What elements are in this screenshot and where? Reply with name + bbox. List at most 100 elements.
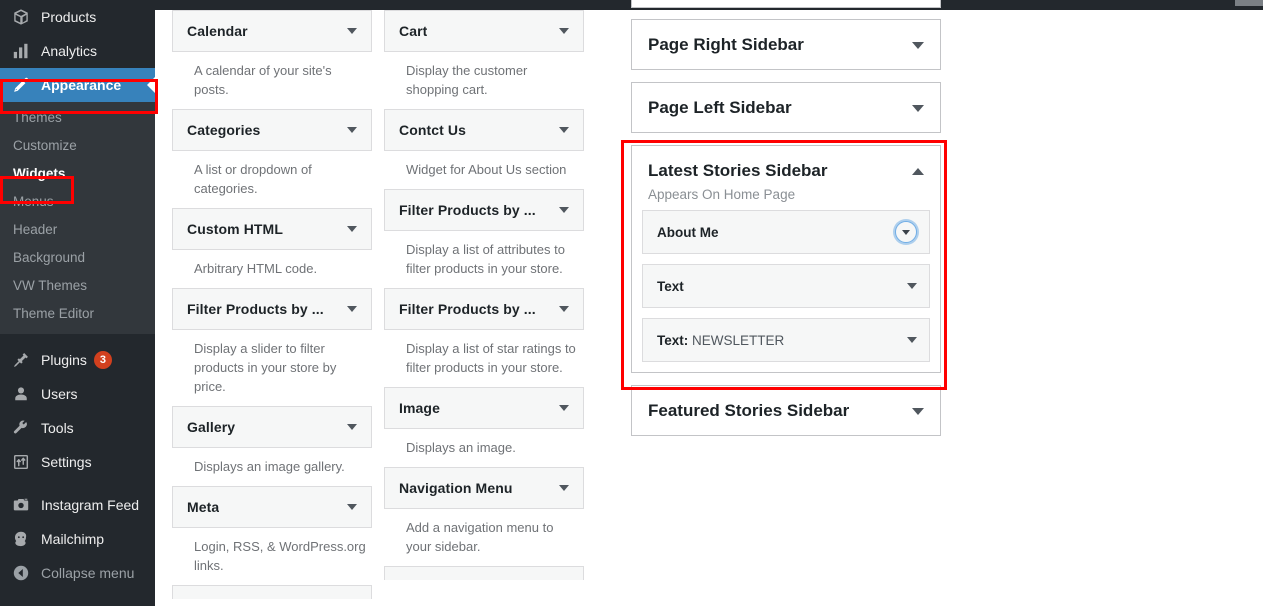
widget-card-partial[interactable] <box>384 566 584 580</box>
sidebar-area-header[interactable]: Page Left Sidebar <box>632 83 940 132</box>
widget-card-categories[interactable]: Categories <box>172 109 372 151</box>
sidebar-area-page-left-sidebar[interactable]: Page Left Sidebar <box>631 82 941 133</box>
sidebar-item-label: Mailchimp <box>41 531 105 547</box>
sidebar-area-partial-above[interactable] <box>631 0 941 8</box>
assigned-widget-text-newsletter[interactable]: Text: NEWSLETTER <box>642 318 930 362</box>
expand-widget-button[interactable] <box>895 221 917 243</box>
sidebar-item-users[interactable]: Users <box>0 377 155 411</box>
appearance-submenu: Themes Customize Widgets Menus Header Ba… <box>0 102 155 334</box>
assigned-widget-text[interactable]: Text <box>642 264 930 308</box>
widget-description: Display a slider to filter products in y… <box>194 341 337 394</box>
sidebar-item-settings[interactable]: Settings <box>0 445 155 479</box>
submenu-item-header[interactable]: Header <box>0 216 155 244</box>
chevron-down-icon[interactable] <box>347 306 357 312</box>
settings-sliders-icon <box>10 452 32 472</box>
chevron-down-icon[interactable] <box>559 28 569 34</box>
widget-description: A list or dropdown of categories. <box>194 162 312 196</box>
chevron-down-icon[interactable] <box>912 407 924 415</box>
chevron-down-icon[interactable] <box>347 504 357 510</box>
submenu-item-menus[interactable]: Menus <box>0 188 155 216</box>
chevron-down-icon <box>902 229 910 235</box>
widget-description: Displays an image. <box>406 440 516 455</box>
widget-card-navigation-menu[interactable]: Navigation Menu <box>384 467 584 509</box>
chevron-down-icon[interactable] <box>559 127 569 133</box>
sidebar-area-page-right-sidebar[interactable]: Page Right Sidebar <box>631 19 941 70</box>
chevron-down-icon[interactable] <box>347 28 357 34</box>
sidebar-item-analytics[interactable]: Analytics <box>0 34 155 68</box>
sidebar-area-description: Appears On Home Page <box>648 187 796 202</box>
widget-card-cart[interactable]: Cart <box>384 10 584 52</box>
sidebar-item-label: Appearance <box>41 77 122 93</box>
widget-card-filter-products-attribute[interactable]: Filter Products by ... <box>384 189 584 231</box>
sidebar-item-label: Instagram Feed <box>41 497 140 513</box>
wordpress-widgets-screen: Products Analytics Appearance Themes Cus… <box>0 0 1263 606</box>
sidebar-area-latest-stories-sidebar[interactable]: Latest Stories Sidebar Appears On Home P… <box>631 145 941 373</box>
widget-card-custom-html[interactable]: Custom HTML <box>172 208 372 250</box>
submenu-item-widgets[interactable]: Widgets <box>0 160 155 188</box>
sidebar-item-label: Products <box>41 9 97 25</box>
sidebar-area-header[interactable]: Featured Stories Sidebar <box>632 386 940 435</box>
products-icon <box>10 7 32 27</box>
available-widgets-column-right: Cart Display the customer shopping cart.… <box>384 10 584 580</box>
users-person-icon <box>10 384 32 404</box>
available-widgets-list: Calendar A calendar of your site's posts… <box>172 10 604 606</box>
chevron-down-icon[interactable] <box>559 306 569 312</box>
sidebar-item-products[interactable]: Products <box>0 0 155 34</box>
widget-description: Arbitrary HTML code. <box>194 261 318 276</box>
widget-card-partial[interactable] <box>172 585 372 599</box>
sidebar-area-title: Featured Stories Sidebar <box>648 401 850 420</box>
assigned-widget-about-me[interactable]: About Me <box>642 210 930 254</box>
chevron-down-icon[interactable] <box>912 104 924 112</box>
submenu-item-background[interactable]: Background <box>0 244 155 272</box>
sidebar-area-title: Latest Stories Sidebar <box>648 161 828 180</box>
widget-card-gallery[interactable]: Gallery <box>172 406 372 448</box>
chevron-down-icon[interactable] <box>347 226 357 232</box>
assigned-widget-label: Text <box>657 278 684 294</box>
chevron-down-icon[interactable] <box>347 424 357 430</box>
sidebar-area-header[interactable]: Page Right Sidebar <box>632 20 940 69</box>
widget-card-contct-us[interactable]: Contct Us <box>384 109 584 151</box>
sidebar-area-featured-stories-sidebar[interactable]: Featured Stories Sidebar <box>631 385 941 436</box>
sidebar-item-plugins[interactable]: Plugins 3 <box>0 343 155 377</box>
menu-separator <box>0 334 155 343</box>
chevron-up-icon[interactable] <box>912 167 924 175</box>
widget-description: Add a navigation menu to your sidebar. <box>406 520 554 554</box>
widget-card-filter-products-price[interactable]: Filter Products by ... <box>172 288 372 330</box>
chevron-down-icon[interactable] <box>907 337 917 343</box>
chevron-down-icon[interactable] <box>912 41 924 49</box>
sidebar-item-tools[interactable]: Tools <box>0 411 155 445</box>
sidebar-item-appearance[interactable]: Appearance <box>0 68 155 102</box>
sidebar-item-instagram-feed[interactable]: Instagram Feed <box>0 488 155 522</box>
chevron-down-icon[interactable] <box>559 485 569 491</box>
chevron-down-icon[interactable] <box>559 405 569 411</box>
widget-card-meta[interactable]: Meta <box>172 486 372 528</box>
sidebar-area-widgets: About Me Text Text: NEWSLETTER <box>632 210 940 372</box>
plugins-update-badge: 3 <box>93 351 112 369</box>
plugins-plug-icon <box>10 350 32 370</box>
widget-title: Contct Us <box>399 122 467 138</box>
menu-separator-2 <box>0 479 155 488</box>
widget-title: Categories <box>187 122 261 138</box>
widget-card-calendar[interactable]: Calendar <box>172 10 372 52</box>
chevron-down-icon[interactable] <box>347 127 357 133</box>
sidebar-area-title: Page Left Sidebar <box>648 98 792 117</box>
widget-title: Cart <box>399 23 428 39</box>
appearance-brush-icon <box>10 75 32 95</box>
collapse-menu-button[interactable]: Collapse menu <box>0 556 155 590</box>
submenu-item-vw-themes[interactable]: VW Themes <box>0 272 155 300</box>
sidebar-item-label: Analytics <box>41 43 98 59</box>
submenu-item-customize[interactable]: Customize <box>0 132 155 160</box>
submenu-item-theme-editor[interactable]: Theme Editor <box>0 300 155 328</box>
widget-card-filter-products-rating[interactable]: Filter Products by ... <box>384 288 584 330</box>
submenu-item-themes[interactable]: Themes <box>0 104 155 132</box>
chevron-down-icon[interactable] <box>559 207 569 213</box>
assigned-widget-instance-title: NEWSLETTER <box>688 332 785 348</box>
collapse-menu-label: Collapse menu <box>41 565 135 581</box>
widget-card-image[interactable]: Image <box>384 387 584 429</box>
sidebar-item-mailchimp[interactable]: Mailchimp <box>0 522 155 556</box>
chevron-down-icon[interactable] <box>907 283 917 289</box>
sidebar-item-label: Tools <box>41 420 74 436</box>
analytics-icon <box>10 41 32 61</box>
widget-description: A calendar of your site's posts. <box>194 63 332 97</box>
mailchimp-monkey-icon <box>10 529 32 549</box>
